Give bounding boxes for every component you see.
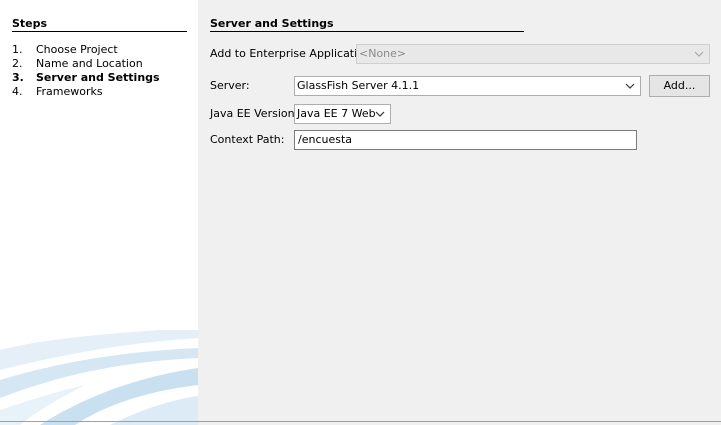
java-ee-version-select[interactable]: Java EE 7 Web xyxy=(294,104,391,124)
wizard-swoosh-graphic xyxy=(0,330,198,425)
enterprise-app-label: Add to Enterprise Application: xyxy=(210,47,375,60)
step-number: 3. xyxy=(12,71,24,84)
context-path-input[interactable]: /encuesta xyxy=(294,130,637,150)
chevron-down-icon xyxy=(375,111,385,117)
java-ee-version-label: Java EE Version: xyxy=(210,107,299,120)
enterprise-app-select[interactable]: <None> xyxy=(356,44,710,64)
steps-title: Steps xyxy=(12,17,187,32)
panel-title: Server and Settings xyxy=(210,17,524,32)
server-value: GlassFish Server 4.1.1 xyxy=(297,79,420,92)
bottom-divider xyxy=(0,421,721,422)
java-ee-version-value: Java EE 7 Web xyxy=(297,107,376,120)
settings-panel: Server and Settings Add to Enterprise Ap… xyxy=(198,5,721,422)
step-label: Name and Location xyxy=(36,57,143,70)
context-path-label: Context Path: xyxy=(210,133,285,146)
steps-panel: Steps 1. Choose Project 2. Name and Locati… xyxy=(0,0,198,425)
step-item-frameworks: 4. Frameworks xyxy=(12,85,160,99)
server-label: Server: xyxy=(210,79,250,92)
chevron-down-icon xyxy=(625,83,635,89)
step-number: 1. xyxy=(12,43,23,56)
steps-list: 1. Choose Project 2. Name and Location 3. S… xyxy=(12,43,160,99)
enterprise-app-value: <None> xyxy=(359,47,407,60)
server-select[interactable]: GlassFish Server 4.1.1 xyxy=(294,76,641,96)
chevron-down-icon xyxy=(694,51,704,57)
step-item-choose-project: 1. Choose Project xyxy=(12,43,160,57)
step-number: 2. xyxy=(12,57,23,70)
step-item-name-location: 2. Name and Location xyxy=(12,57,160,71)
step-number: 4. xyxy=(12,85,23,98)
step-item-server-settings: 3. Server and Settings xyxy=(12,71,160,85)
add-server-button[interactable]: Add... xyxy=(649,75,710,97)
step-label: Frameworks xyxy=(36,85,103,98)
step-label: Choose Project xyxy=(36,43,118,56)
step-label: Server and Settings xyxy=(36,71,160,84)
